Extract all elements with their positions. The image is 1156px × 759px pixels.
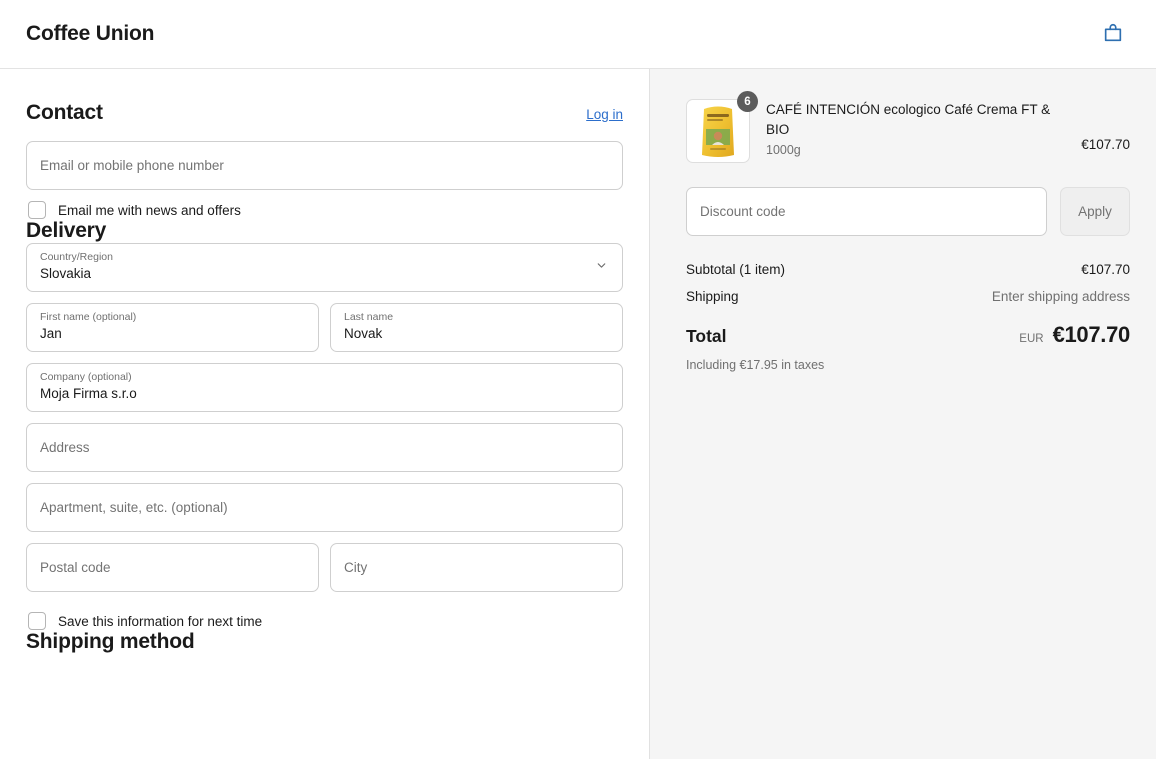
first-name-label: First name (optional) [40, 311, 137, 323]
country-region-label: Country/Region [40, 251, 113, 263]
quantity-badge: 6 [737, 91, 758, 112]
email-placeholder: Email or mobile phone number [40, 158, 224, 173]
save-info-checkbox-row[interactable]: Save this information for next time [28, 612, 623, 630]
cart-button[interactable] [1096, 17, 1130, 51]
first-name-value: Jan [40, 326, 62, 341]
shopping-bag-icon [1102, 22, 1124, 47]
postal-city-row: Postal code City [26, 543, 623, 603]
company-field[interactable]: Company (optional) Moja Firma s.r.o [26, 363, 623, 412]
last-name-value: Novak [344, 326, 383, 341]
address-field[interactable]: Address [26, 423, 623, 472]
total-label: Total [686, 326, 727, 346]
postal-code-placeholder: Postal code [40, 560, 111, 575]
product-variant: 1000g [766, 143, 801, 157]
company-value: Moja Firma s.r.o [40, 386, 137, 401]
apartment-placeholder: Apartment, suite, etc. (optional) [40, 500, 228, 515]
product-info: CAFÉ INTENCIÓN ecologico Café Crema FT &… [766, 99, 1065, 157]
total-row: Total EUR €107.70 [686, 322, 1130, 348]
log-in-link[interactable]: Log in [586, 107, 623, 122]
city-placeholder: City [344, 560, 368, 575]
last-name-label: Last name [344, 311, 394, 323]
name-row: First name (optional) Jan Last name Nova… [26, 303, 623, 363]
contact-section-header: Contact Log in [26, 101, 623, 125]
first-name-field[interactable]: First name (optional) Jan [26, 303, 319, 352]
city-field[interactable]: City [330, 543, 623, 592]
newsletter-checkbox-row[interactable]: Email me with news and offers [28, 201, 623, 219]
checkout-layout: Contact Log in Email or mobile phone num… [0, 69, 1156, 759]
subtotal-label: Subtotal (1 item) [686, 262, 786, 277]
contact-title: Contact [26, 101, 103, 124]
shipping-method-title: Shipping method [26, 630, 195, 653]
product-thumbnail-wrap: 6 [686, 91, 758, 163]
email-field[interactable]: Email or mobile phone number [26, 141, 623, 190]
shipping-value: Enter shipping address [991, 289, 1130, 304]
save-info-checkbox[interactable] [28, 612, 46, 630]
country-region-select[interactable]: Country/Region Slovakia [26, 243, 623, 292]
discount-code-input[interactable]: Discount code [686, 187, 1047, 236]
discount-code-placeholder: Discount code [700, 204, 786, 219]
country-region-value: Slovakia [40, 266, 92, 281]
subtotal-row: Subtotal (1 item) €107.70 [686, 262, 1130, 277]
currency-code: EUR [1019, 333, 1044, 345]
delivery-title: Delivery [26, 219, 107, 242]
apply-discount-button[interactable]: Apply [1060, 187, 1130, 236]
taxes-note: Including €17.95 in taxes [686, 358, 825, 372]
company-label: Company (optional) [40, 371, 132, 383]
shipping-row: Shipping Enter shipping address [686, 289, 1130, 304]
product-price: €107.70 [1081, 137, 1130, 152]
discount-row: Discount code Apply [686, 187, 1130, 236]
subtotal-value: €107.70 [1081, 262, 1130, 277]
checkout-form-column: Contact Log in Email or mobile phone num… [0, 69, 650, 759]
shipping-label: Shipping [686, 289, 739, 304]
total-amount-group: EUR €107.70 [1019, 322, 1130, 348]
site-header: Coffee Union [0, 0, 1156, 69]
shop-name: Coffee Union [26, 22, 155, 45]
product-title: CAFÉ INTENCIÓN ecologico Café Crema FT &… [766, 102, 1051, 137]
last-name-field[interactable]: Last name Novak [330, 303, 623, 352]
order-summary-column: 6 CAFÉ INTENCIÓN ecologico Café Crema FT… [650, 69, 1156, 759]
apartment-field[interactable]: Apartment, suite, etc. (optional) [26, 483, 623, 532]
total-value: €107.70 [1052, 322, 1131, 347]
newsletter-checkbox[interactable] [28, 201, 46, 219]
save-info-label: Save this information for next time [58, 613, 263, 629]
newsletter-label: Email me with news and offers [58, 202, 241, 218]
postal-code-field[interactable]: Postal code [26, 543, 319, 592]
address-placeholder: Address [40, 440, 90, 455]
order-line-item: 6 CAFÉ INTENCIÓN ecologico Café Crema FT… [686, 91, 1130, 163]
